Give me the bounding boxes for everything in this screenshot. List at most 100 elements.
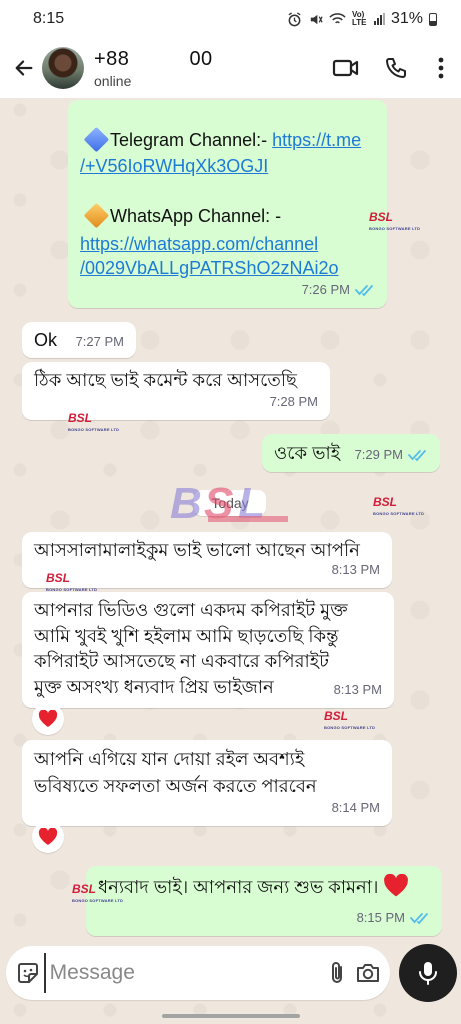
message-line: আমি খুবই খুশি হইলাম আমি ছাড়তেছি কিন্তু <box>34 625 339 646</box>
watermark-logo-text: BSL <box>68 411 92 425</box>
double-check-icon <box>410 912 428 924</box>
message-time: 8:13 PM <box>333 682 382 697</box>
message-bubble-outgoing[interactable]: ওকে ভাই 7:29 PM <box>262 434 440 472</box>
gesture-navigation-bar[interactable] <box>162 1014 300 1018</box>
telegram-link-line2: /+V56IoRWHqXk3OGJI <box>80 154 268 179</box>
message-text: ধন্যবাদ ভাই। আপনার জন্য শুভ কামনা। <box>98 873 409 900</box>
telegram-link-part-1[interactable]: https://t.me <box>272 130 361 150</box>
status-bar: 8:15 Vo) LTE 31% <box>0 0 461 38</box>
whatsapp-label: WhatsApp Channel: - <box>110 206 282 226</box>
message-bubble-incoming[interactable]: আপনার ভিডিও গুলো একদম কপিরাইট মুক্ত আমি … <box>22 592 394 708</box>
message-bubble-outgoing[interactable]: ধন্যবাদ ভাই। আপনার জন্য শুভ কামনা। 8:15 … <box>86 866 442 936</box>
mute-icon <box>310 14 323 24</box>
watermark-logo-text: BSL <box>369 210 393 224</box>
whatsapp-link-part-1[interactable]: https://whatsapp.com/channel <box>80 232 339 256</box>
message-time: 7:26 PM <box>301 282 350 297</box>
network-label: Vo) LTE <box>351 10 367 27</box>
camera-button[interactable] <box>352 951 384 995</box>
contact-name-suffix: 00 <box>189 47 213 70</box>
watermark-sub-text: BONGO SOFTWARE LTD <box>68 427 120 432</box>
whatsapp-link: https://whatsapp.com/channel /0029VbALLg… <box>80 232 339 280</box>
watermark-logo: BSL BONGO SOFTWARE LTD <box>373 496 424 520</box>
message-bubble-outgoing[interactable]: Telegram Channel:- https://t.me /+V56IoR… <box>68 100 387 308</box>
signal-icon <box>373 13 385 25</box>
whatsapp-line: WhatsApp Channel: - <box>80 203 282 229</box>
message-meta: 8:14 PM <box>332 795 380 820</box>
message-input[interactable] <box>43 953 321 993</box>
message-text: আসসালামালাইকুম ভাই ভালো আছেন আপনি <box>34 540 360 560</box>
watermark-sub-text: BONGO SOFTWARE LTD <box>369 226 421 231</box>
wifi-icon <box>329 13 346 24</box>
telegram-label: Telegram Channel:- <box>110 130 273 150</box>
watermark-sub-text: BONGO SOFTWARE LTD <box>72 898 124 903</box>
watermark-large-logo: B S L <box>170 479 288 528</box>
voice-call-button[interactable] <box>371 44 421 92</box>
chat-header: +88 00 online <box>0 38 461 98</box>
video-camera-icon <box>332 59 359 77</box>
avatar[interactable] <box>42 47 84 89</box>
message-meta: 7:26 PM <box>302 277 375 302</box>
attach-button[interactable] <box>321 951 353 995</box>
watermark-logo: BSL BONGO SOFTWARE LTD <box>72 883 123 907</box>
watermark-logo: BSL BONGO SOFTWARE LTD <box>68 412 119 436</box>
message-line: মুক্ত অসংখ্য ধন্যবাদ প্রিয় ভাইজান <box>34 676 274 697</box>
camera-icon <box>357 964 380 982</box>
contact-status: online <box>94 72 132 89</box>
message-text: Ok <box>34 330 58 350</box>
message-meta: 7:27 PM <box>76 329 124 354</box>
orange-diamond-icon <box>83 203 110 229</box>
message-meta: 8:15 PM <box>357 905 430 930</box>
message-meta: 8:13 PM <box>332 557 380 582</box>
watermark-logo: BSL BONGO SOFTWARE LTD <box>324 710 375 734</box>
emoji-button[interactable] <box>12 951 44 995</box>
paperclip-icon <box>331 962 342 983</box>
contact-info[interactable]: +88 00 online <box>94 48 321 89</box>
voice-record-button[interactable] <box>399 944 457 1002</box>
telegram-link-part-2[interactable]: /+V56IoRWHqXk3OGJI <box>80 156 268 176</box>
message-time: 7:28 PM <box>269 394 318 409</box>
telegram-line: Telegram Channel:- https://t.me <box>80 127 361 153</box>
message-text: আপনার ভিডিও গুলো একদম কপিরাইট মুক্ত আমি … <box>34 598 348 700</box>
back-arrow-icon <box>15 60 33 76</box>
watermark-logo-text: BSL <box>46 571 70 585</box>
battery-icon <box>429 12 437 26</box>
message-composer <box>6 946 390 1000</box>
message-line: কপিরাইট আসতেছে না একবারে কপিরাইট <box>34 651 329 671</box>
message-line: আপনার ভিডিও গুলো একদম কপিরাইট মুক্ত <box>34 600 348 620</box>
message-bubble-incoming[interactable]: Ok 7:27 PM <box>22 322 136 358</box>
message-time: 7:29 PM <box>354 447 403 462</box>
message-time: 7:27 PM <box>75 334 124 349</box>
message-time: 8:14 PM <box>331 800 380 815</box>
watermark-logo: BSL BONGO SOFTWARE LTD <box>46 572 97 596</box>
message-meta: 7:28 PM <box>270 389 318 414</box>
watermark-sub-text: BONGO SOFTWARE LTD <box>373 511 425 516</box>
microphone-icon <box>419 962 437 985</box>
contact-name-prefix: +88 <box>94 47 130 70</box>
status-icons: Vo) LTE 31% <box>287 10 437 28</box>
message-text: আপনি এগিয়ে যান দোয়া রইল অবশ্যই ভবিষ্যত… <box>34 746 317 800</box>
back-button[interactable] <box>6 48 42 88</box>
heart-icon <box>38 828 58 845</box>
message-text: ঠিক আছে ভাই কমেন্ট করে আসতেছি <box>34 370 297 390</box>
more-vertical-icon <box>438 57 444 79</box>
message-line: আপনি এগিয়ে যান দোয়া রইল অবশ্যই <box>34 749 305 769</box>
watermark-logo-text: BSL <box>72 882 96 896</box>
alarm-icon <box>288 11 301 26</box>
battery-percent: 31% <box>390 10 423 27</box>
blue-diamond-icon <box>83 127 110 153</box>
double-check-icon <box>355 284 373 296</box>
reaction-badge[interactable] <box>32 821 64 853</box>
svg-text:B: B <box>170 479 202 528</box>
heart-icon <box>38 710 58 727</box>
message-time: 8:13 PM <box>331 562 380 577</box>
reaction-badge[interactable] <box>32 703 64 735</box>
phone-icon <box>386 58 406 78</box>
message-line: ভবিষ্যতে সফলতা অর্জন করতে পারবেন <box>34 776 317 796</box>
sticker-emoji-icon <box>17 963 38 983</box>
message-bubble-incoming[interactable]: আপনি এগিয়ে যান দোয়া রইল অবশ্যই ভবিষ্যত… <box>22 740 392 826</box>
contact-name: +88 00 <box>94 48 321 71</box>
whatsapp-link-part-2[interactable]: /0029VbALLgPATRShO2zNAi2o <box>80 256 339 280</box>
video-call-button[interactable] <box>321 44 371 92</box>
more-options-button[interactable] <box>421 44 461 92</box>
watermark-logo: BSL BONGO SOFTWARE LTD <box>369 211 420 235</box>
